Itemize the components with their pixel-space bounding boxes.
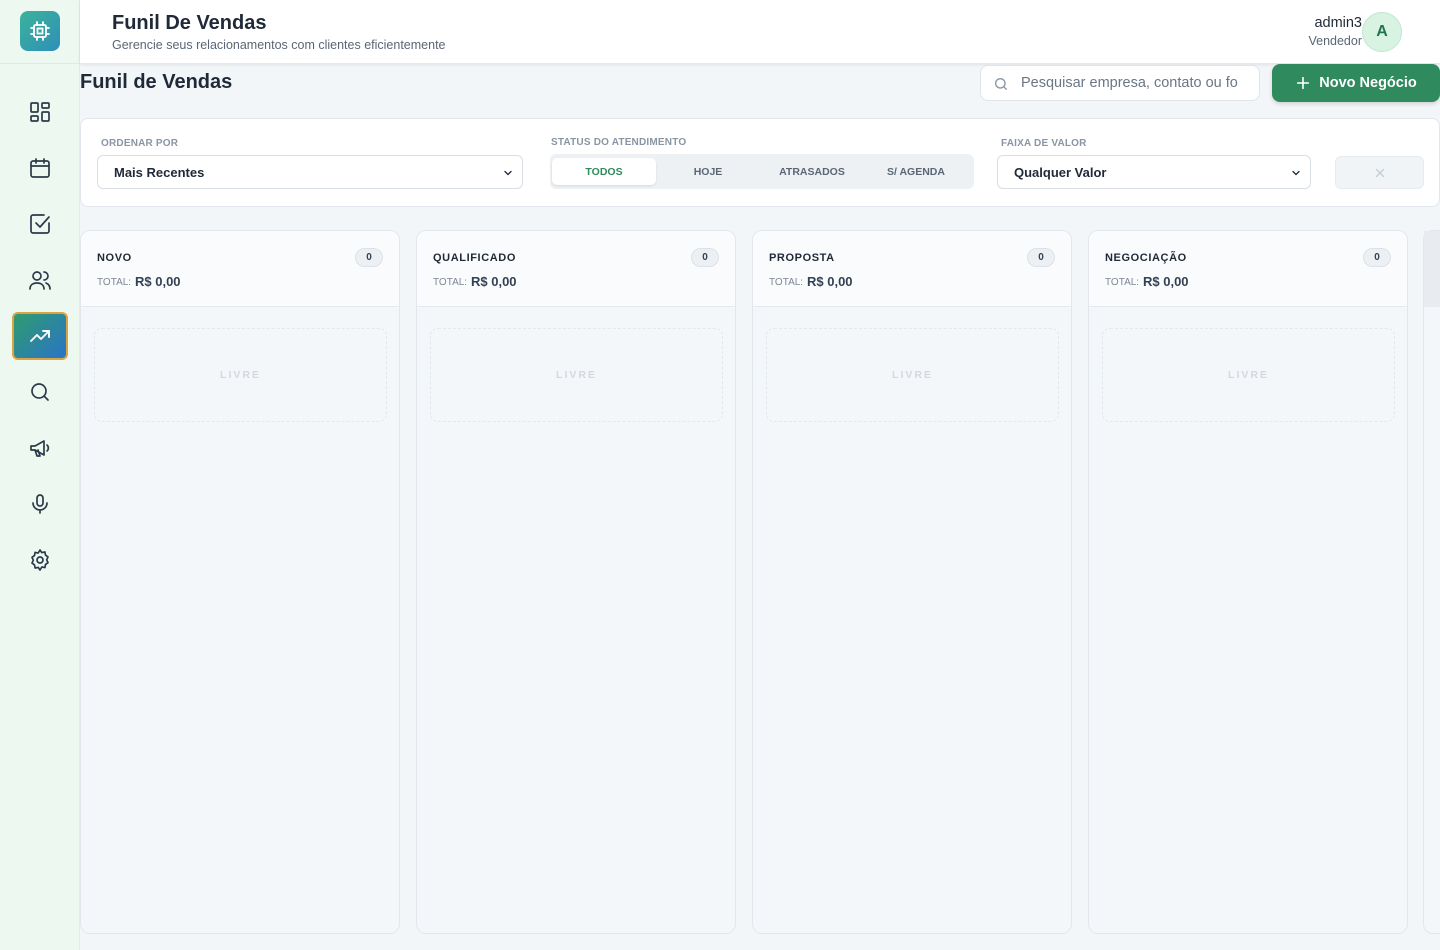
column-title: PROPOSTA xyxy=(769,252,835,264)
column-count-badge: 0 xyxy=(1363,248,1391,267)
megaphone-icon xyxy=(30,440,50,457)
nav-dashboard[interactable] xyxy=(12,88,68,136)
status-tab-sem-agenda[interactable]: S/ AGENDA xyxy=(864,158,968,185)
value-range-label: FAIXA DE VALOR xyxy=(1001,138,1087,149)
close-icon xyxy=(1375,168,1384,177)
column-header: PROPOSTA 0 TOTAL: R$ 0,00 xyxy=(753,231,1071,307)
sort-label: ORDENAR POR xyxy=(101,138,179,149)
column-title: NEGOCIAÇÃO xyxy=(1105,252,1187,264)
filters-panel: ORDENAR POR Mais Recentes STATUS DO ATEN… xyxy=(80,118,1440,207)
empty-drop-zone[interactable]: LIVRE xyxy=(766,328,1059,422)
avatar[interactable]: A xyxy=(1362,12,1402,52)
search-icon xyxy=(995,78,1007,90)
task-check-icon xyxy=(30,214,50,234)
column-header: NEGOCIAÇÃO 0 TOTAL: R$ 0,00 xyxy=(1089,231,1407,307)
sort-value: Mais Recentes xyxy=(114,164,205,180)
clear-filters-button[interactable] xyxy=(1335,156,1424,189)
new-deal-label: Novo Negócio xyxy=(1319,75,1417,91)
column-total-value: R$ 0,00 xyxy=(135,274,181,289)
chevron-down-icon xyxy=(1292,170,1300,176)
new-deal-button[interactable]: Novo Negócio xyxy=(1272,64,1440,102)
search-icon xyxy=(31,383,49,401)
search-input[interactable] xyxy=(1021,66,1247,100)
sidebar-divider xyxy=(0,63,80,64)
top-header: Funil De Vendas Gerencie seus relacionam… xyxy=(80,0,1440,64)
sidebar xyxy=(0,0,80,950)
empty-drop-zone[interactable]: LIVRE xyxy=(94,328,387,422)
page-title: Funil de Vendas xyxy=(80,71,233,93)
status-tab-atrasados[interactable]: ATRASADOS xyxy=(760,158,864,185)
status-tab-todos[interactable]: TODOS xyxy=(552,158,656,185)
settings-icon xyxy=(31,549,49,571)
nav-campaigns[interactable] xyxy=(12,424,68,472)
app-logo[interactable] xyxy=(20,11,60,51)
status-tab-hoje[interactable]: HOJE xyxy=(656,158,760,185)
empty-drop-zone[interactable]: LIVRE xyxy=(1102,328,1395,422)
column-count-badge: 0 xyxy=(691,248,719,267)
column-title: QUALIFICADO xyxy=(433,252,516,264)
dashboard-icon xyxy=(30,102,50,122)
sort-select[interactable]: Mais Recentes xyxy=(97,155,523,189)
kanban-column-negociacao: NEGOCIAÇÃO 0 TOTAL: R$ 0,00 LIVRE xyxy=(1088,230,1408,934)
calendar-icon xyxy=(30,158,50,178)
kanban-column-next-partial xyxy=(1423,230,1440,934)
nav-settings[interactable] xyxy=(12,536,68,584)
column-total-value: R$ 0,00 xyxy=(471,274,517,289)
column-header xyxy=(1424,231,1440,307)
chevron-down-icon xyxy=(504,170,512,176)
user-name[interactable]: admin3 xyxy=(1314,15,1362,31)
kanban-column-novo: NOVO 0 TOTAL: R$ 0,00 LIVRE xyxy=(80,230,400,934)
microphone-icon xyxy=(32,494,48,514)
column-total-label: TOTAL: xyxy=(97,277,132,288)
value-range-select[interactable]: Qualquer Valor xyxy=(997,155,1311,189)
column-total-value: R$ 0,00 xyxy=(807,274,853,289)
column-total-value: R$ 0,00 xyxy=(1143,274,1189,289)
column-total-label: TOTAL: xyxy=(433,277,468,288)
user-role: Vendedor xyxy=(1308,34,1362,48)
plus-icon xyxy=(1297,76,1310,90)
nav-tasks[interactable] xyxy=(12,200,68,248)
column-count-badge: 0 xyxy=(355,248,383,267)
kanban-column-proposta: PROPOSTA 0 TOTAL: R$ 0,00 LIVRE xyxy=(752,230,1072,934)
nav-search[interactable] xyxy=(12,368,68,416)
nav-voice[interactable] xyxy=(12,480,68,528)
app-title: Funil De Vendas xyxy=(112,12,267,34)
column-header: QUALIFICADO 0 TOTAL: R$ 0,00 xyxy=(417,231,735,307)
trending-up-icon xyxy=(30,330,50,342)
column-header: NOVO 0 TOTAL: R$ 0,00 xyxy=(81,231,399,307)
column-total-label: TOTAL: xyxy=(1105,277,1140,288)
column-title: NOVO xyxy=(97,252,132,264)
nav-sales-funnel[interactable] xyxy=(12,312,68,360)
status-segmented-control: TODOS HOJE ATRASADOS S/ AGENDA xyxy=(550,154,974,189)
empty-drop-zone[interactable]: LIVRE xyxy=(430,328,723,422)
column-count-badge: 0 xyxy=(1027,248,1055,267)
app-subtitle: Gerencie seus relacionamentos com client… xyxy=(112,38,446,52)
nav-contacts[interactable] xyxy=(12,256,68,304)
nav-calendar[interactable] xyxy=(12,144,68,192)
column-total-label: TOTAL: xyxy=(769,277,804,288)
users-icon xyxy=(29,271,51,290)
chip-icon xyxy=(30,21,50,41)
status-label: STATUS DO ATENDIMENTO xyxy=(551,137,687,148)
search-box xyxy=(980,65,1260,101)
value-range-value: Qualquer Valor xyxy=(1014,164,1107,180)
kanban-column-qualificado: QUALIFICADO 0 TOTAL: R$ 0,00 LIVRE xyxy=(416,230,736,934)
